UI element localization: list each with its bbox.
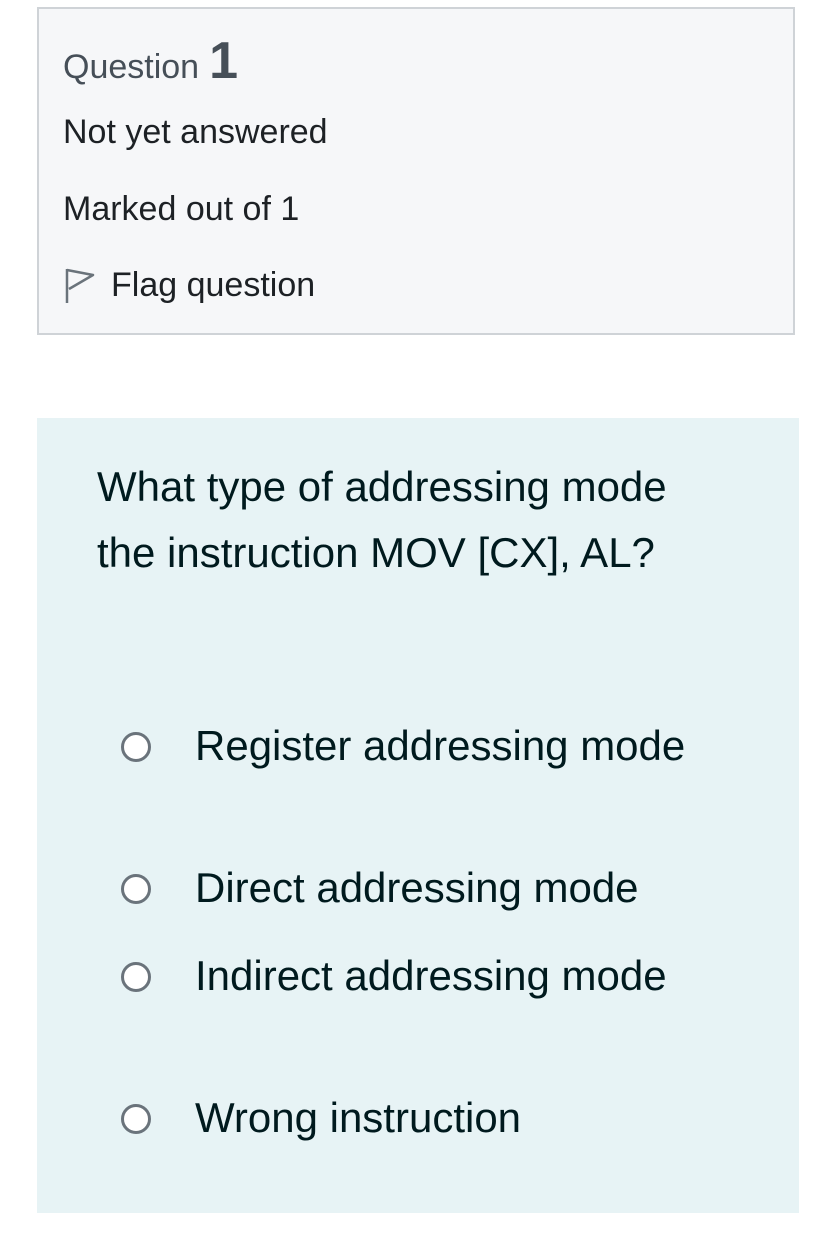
answer-option-indirect[interactable]: Indirect addressing mode: [121, 944, 755, 1008]
question-label: Question: [63, 48, 200, 86]
radio-button[interactable]: [121, 962, 151, 992]
flag-question-label: Flag question: [111, 265, 316, 304]
flag-icon: [63, 265, 97, 305]
answer-option-register[interactable]: Register addressing mode: [121, 714, 755, 778]
answer-label[interactable]: Direct addressing mode: [195, 856, 755, 920]
question-grade: Marked out of 1: [63, 190, 300, 228]
answer-label[interactable]: Indirect addressing mode: [195, 944, 755, 1008]
question-heading: Question 1: [63, 35, 238, 87]
flag-question-button[interactable]: Flag question: [63, 265, 315, 305]
radio-button[interactable]: [121, 874, 151, 904]
answer-option-wrong[interactable]: Wrong instruction: [121, 1086, 755, 1150]
question-text: What type of addressing mode the instruc…: [97, 463, 667, 576]
radio-button[interactable]: [121, 1104, 151, 1134]
answer-label[interactable]: Register addressing mode: [195, 714, 755, 778]
radio-button[interactable]: [121, 732, 151, 762]
answer-option-direct[interactable]: Direct addressing mode: [121, 856, 755, 920]
question-info-panel: Question 1 Not yet answered Marked out o…: [37, 7, 795, 335]
question-number: 1: [209, 32, 239, 90]
question-state: Not yet answered: [63, 113, 328, 151]
answer-label[interactable]: Wrong instruction: [195, 1086, 755, 1150]
question-content: What type of addressing mode the instruc…: [37, 418, 799, 1213]
